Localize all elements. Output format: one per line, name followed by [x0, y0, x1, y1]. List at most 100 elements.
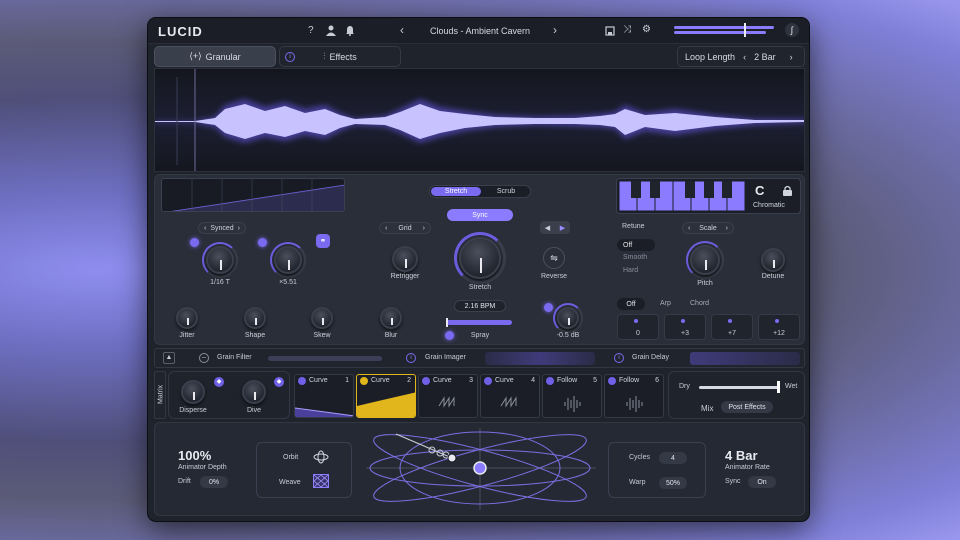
mod-dot-spray[interactable]: [445, 331, 454, 340]
reverse-icon[interactable]: ⇋: [543, 247, 565, 269]
output-slider-handle[interactable]: [744, 23, 746, 37]
animator-sync-value[interactable]: On: [748, 476, 776, 488]
dry-label: Dry: [679, 383, 690, 390]
animator-visualizer[interactable]: [366, 428, 596, 510]
mod-slot-5[interactable]: Follow 5: [542, 374, 602, 418]
retune-hard[interactable]: Hard: [623, 267, 638, 274]
mod-dot-gain[interactable]: [544, 303, 553, 312]
tab-scrub[interactable]: Scrub: [481, 187, 531, 196]
retrigger-knob[interactable]: [392, 246, 418, 272]
piano-keyboard[interactable]: [619, 181, 747, 211]
dive-link-icon[interactable]: ◆: [274, 377, 284, 387]
interval-7[interactable]: +7: [711, 314, 753, 340]
curve-4-shape: [500, 396, 517, 408]
spray-slider[interactable]: [446, 320, 512, 325]
loop-length-selector[interactable]: Loop Length ‹ 2 Bar ›: [677, 46, 805, 67]
grid-select[interactable]: ‹ Grid ›: [379, 222, 431, 234]
next-preset-icon[interactable]: ›: [553, 24, 557, 36]
scale-select[interactable]: ‹ Scale ›: [682, 222, 734, 234]
mod-slot-6[interactable]: Follow 6: [604, 374, 664, 418]
spray-slider-handle[interactable]: [446, 318, 448, 327]
interval-12[interactable]: +12: [758, 314, 800, 340]
curve-2-shape: [357, 392, 415, 417]
animator-depth-value[interactable]: 100%: [178, 448, 211, 463]
animator-rate-value[interactable]: 4 Bar: [725, 448, 758, 463]
cycles-value[interactable]: 4: [659, 452, 687, 464]
mod-1-dot[interactable]: [298, 376, 306, 385]
disperse-knob[interactable]: [181, 380, 205, 404]
loop-next-icon[interactable]: ›: [790, 52, 793, 62]
reverse-arrow-icon[interactable]: ◀: [545, 224, 550, 232]
mix-mode-select[interactable]: Post Effects: [721, 401, 773, 413]
prev-preset-icon[interactable]: ‹: [400, 24, 404, 36]
warp-value[interactable]: 50%: [659, 477, 687, 489]
dive-knob[interactable]: [242, 380, 266, 404]
sync-button[interactable]: Sync: [447, 209, 513, 221]
collapse-icon[interactable]: ▲: [163, 352, 175, 364]
mod-2-dot[interactable]: [360, 376, 368, 385]
matrix-tab[interactable]: Matrix: [154, 371, 166, 419]
mode-off[interactable]: Off: [617, 298, 645, 310]
shuffle-icon[interactable]: ⤨: [623, 25, 631, 35]
disperse-link-icon[interactable]: ◆: [214, 377, 224, 387]
orbit-icon[interactable]: [313, 450, 329, 464]
mod-slot-4[interactable]: Curve 4: [480, 374, 540, 418]
grain-filter-label[interactable]: Grain Filter: [217, 354, 252, 361]
mod-6-dot[interactable]: [608, 376, 616, 385]
grain-imager-label[interactable]: Grain Imager: [425, 354, 466, 361]
pitch-knob[interactable]: [690, 245, 720, 275]
bpm-display[interactable]: 2.16 BPM: [454, 300, 506, 312]
jitter-knob[interactable]: [176, 307, 198, 329]
retune-off[interactable]: Off: [617, 239, 655, 251]
help-icon[interactable]: ?: [308, 26, 314, 36]
preset-name[interactable]: Clouds - Ambient Cavern: [430, 26, 530, 36]
mod-dot-rate[interactable]: [190, 238, 199, 247]
save-icon[interactable]: [605, 26, 615, 36]
forward-arrow-icon[interactable]: ▶: [560, 224, 565, 232]
blur-label: Blur: [384, 332, 398, 339]
mix-slider-handle[interactable]: [777, 381, 780, 393]
mult-knob[interactable]: [274, 246, 302, 274]
tab-granular[interactable]: ⟨+⟩ Granular: [154, 46, 276, 67]
gear-icon[interactable]: ⚙: [642, 25, 651, 35]
mod-slot-1[interactable]: Curve 1: [294, 374, 354, 418]
mod-slot-2[interactable]: Curve 2: [356, 374, 416, 418]
tab-stretch[interactable]: Stretch: [431, 187, 481, 196]
mod-slot-3[interactable]: Curve 3: [418, 374, 478, 418]
curve-icon[interactable]: ∫: [785, 23, 799, 37]
grain-delay-label[interactable]: Grain Delay: [632, 354, 669, 361]
delay-info-icon[interactable]: i: [614, 353, 624, 363]
user-icon[interactable]: [326, 25, 336, 36]
mode-arp[interactable]: Arp: [660, 300, 671, 307]
imager-info-icon[interactable]: i: [406, 353, 416, 363]
detune-knob[interactable]: [761, 248, 785, 272]
root-key[interactable]: C: [755, 183, 764, 198]
interval-0[interactable]: 0: [617, 314, 659, 340]
mod-4-dot[interactable]: [484, 376, 492, 385]
blur-knob[interactable]: [380, 307, 402, 329]
weave-icon[interactable]: [313, 474, 329, 488]
mod-dot-mult[interactable]: [258, 238, 267, 247]
warp-label: Warp: [629, 479, 646, 486]
gain-knob[interactable]: [557, 307, 579, 329]
loop-prev-icon[interactable]: ‹: [743, 52, 746, 62]
stretch-knob[interactable]: [459, 237, 501, 279]
rate-mode-select[interactable]: ‹ Synced ›: [198, 222, 246, 234]
mod-3-dot[interactable]: [422, 376, 430, 385]
shape-knob[interactable]: [244, 307, 266, 329]
tab-effects[interactable]: i ⫶ Effects: [279, 46, 401, 67]
direction-toggle[interactable]: ◀ ▶: [540, 221, 570, 234]
waveform-display[interactable]: [154, 68, 805, 172]
mod-5-dot[interactable]: [546, 376, 554, 385]
link-icon[interactable]: ⚭: [316, 234, 330, 248]
interval-3[interactable]: +3: [664, 314, 706, 340]
lock-icon[interactable]: [783, 185, 792, 196]
drift-value[interactable]: 0%: [200, 476, 228, 488]
filter-disabled-icon[interactable]: –: [199, 353, 209, 363]
mix-slider[interactable]: [699, 386, 779, 389]
skew-knob[interactable]: [311, 307, 333, 329]
bell-icon[interactable]: [345, 25, 355, 36]
rate-knob[interactable]: [206, 246, 234, 274]
mode-chord[interactable]: Chord: [690, 300, 709, 307]
retune-smooth[interactable]: Smooth: [623, 254, 647, 261]
